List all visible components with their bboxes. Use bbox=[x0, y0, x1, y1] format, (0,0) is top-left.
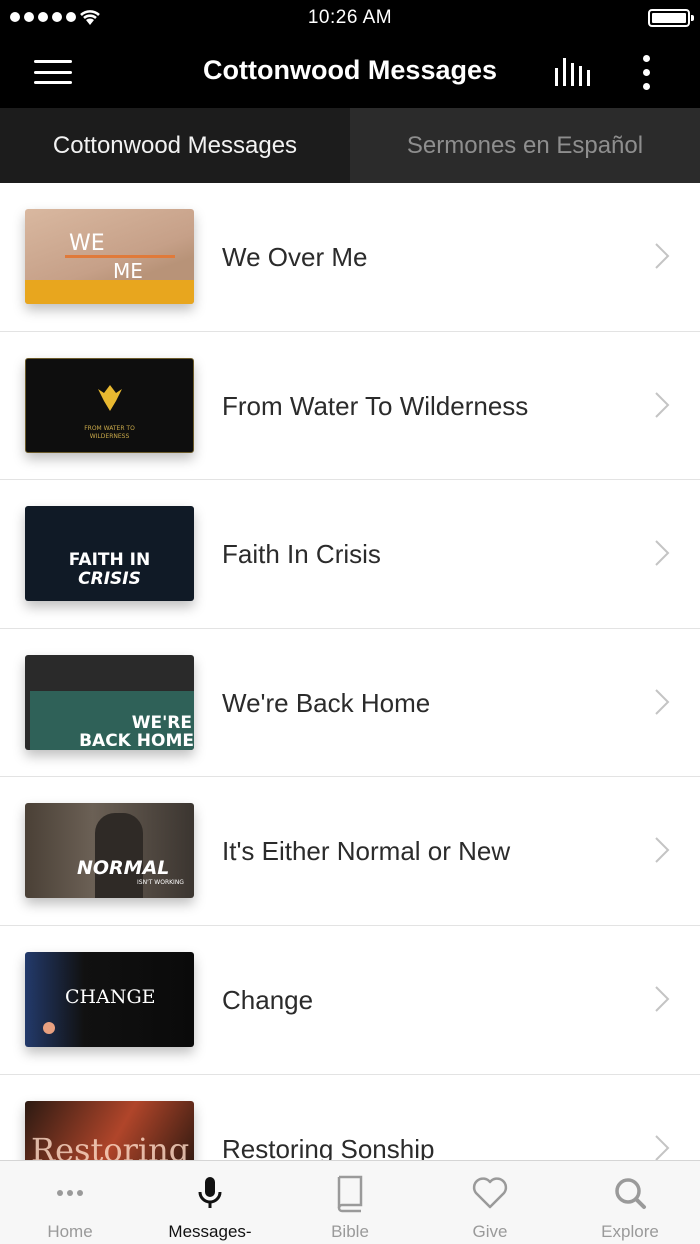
nav-messages[interactable]: Messages- bbox=[140, 1161, 280, 1244]
message-title: It's Either Normal or New bbox=[222, 836, 511, 867]
thumb-text: WE bbox=[69, 231, 105, 256]
thumb-text: ISN'T WORKING bbox=[137, 879, 184, 887]
nav-label: Bible bbox=[331, 1222, 369, 1241]
message-title: We're Back Home bbox=[222, 687, 431, 718]
thumb-text: CHANGE bbox=[65, 985, 156, 1008]
dove-icon bbox=[98, 384, 122, 411]
message-row-change[interactable]: CHANGE Change bbox=[0, 926, 700, 1075]
search-icon bbox=[615, 1178, 646, 1209]
message-title: We Over Me bbox=[222, 242, 368, 272]
thumb-text: NORMAL bbox=[77, 857, 170, 880]
chevron-right-icon bbox=[655, 986, 670, 1012]
bottom-tab-bar: Home Messages- Bible Give Explore bbox=[0, 1160, 700, 1244]
message-list: WE ME We Over Me FROM WATER TO WILDERNES… bbox=[0, 183, 700, 1160]
thumb-text: WILDERNESS bbox=[89, 432, 130, 440]
thumbnail-its-either-normal-or-new: NORMAL ISN'T WORKING bbox=[25, 803, 194, 899]
status-time: 10:26 AM bbox=[307, 7, 393, 28]
chevron-right-icon bbox=[655, 689, 670, 715]
thumb-text: WE'RE bbox=[131, 712, 192, 733]
chevron-right-icon bbox=[655, 540, 670, 566]
thumbnail-from-water-to-wilderness: FROM WATER TO WILDERNESS bbox=[25, 357, 194, 453]
nav-explore[interactable]: Explore bbox=[560, 1161, 700, 1244]
message-title: From Water To Wilderness bbox=[222, 390, 529, 421]
thumb-text: FROM WATER TO bbox=[84, 424, 135, 432]
nav-bible[interactable]: Bible bbox=[280, 1161, 420, 1244]
chevron-right-icon bbox=[655, 391, 670, 418]
thumbnail-restoring-sonship: Restoring bbox=[25, 1100, 194, 1160]
message-title: Restoring Sonship bbox=[222, 1133, 435, 1160]
thumb-text: FAITH IN bbox=[68, 550, 151, 571]
thumbnail-change: CHANGE bbox=[25, 951, 194, 1047]
nav-home[interactable]: Home bbox=[0, 1161, 140, 1244]
nav-label: Give bbox=[472, 1222, 508, 1241]
thumb-text: BACK HOME bbox=[79, 730, 194, 750]
tab-cottonwood-messages[interactable]: Cottonwood Messages bbox=[0, 108, 350, 183]
nav-label: Explore bbox=[601, 1222, 659, 1241]
audio-bars-icon[interactable] bbox=[550, 54, 596, 90]
thumb-text: ME bbox=[113, 259, 143, 283]
thumb-text: Restoring bbox=[31, 1130, 190, 1160]
tab-sermones-en-espanol[interactable]: Sermones en Español bbox=[350, 108, 700, 183]
status-bar: 10:26 AM bbox=[0, 0, 700, 36]
message-title: Change bbox=[222, 984, 314, 1015]
book-icon bbox=[337, 1175, 363, 1213]
thumbnail-we-over-me: WE ME bbox=[25, 209, 194, 304]
thumbnail-were-back-home: WE'RE BACK HOME bbox=[25, 654, 194, 750]
chevron-right-icon bbox=[655, 243, 670, 269]
heart-icon bbox=[472, 1177, 508, 1209]
more-options-icon[interactable] bbox=[626, 52, 666, 92]
message-row-restoring-sonship[interactable]: Restoring Restoring Sonship bbox=[0, 1075, 700, 1160]
battery-icon bbox=[648, 9, 694, 27]
nav-label: Home bbox=[47, 1222, 93, 1241]
chevron-right-icon bbox=[655, 1134, 670, 1160]
message-row-its-either-normal-or-new[interactable]: NORMAL ISN'T WORKING It's Either Normal … bbox=[0, 777, 700, 926]
nav-give[interactable]: Give bbox=[420, 1161, 560, 1244]
microphone-icon bbox=[198, 1177, 222, 1208]
segment-tabs: Cottonwood Messages Sermones en Español bbox=[0, 108, 700, 183]
nav-bar: Cottonwood Messages bbox=[0, 36, 700, 108]
nav-label: Messages- bbox=[168, 1222, 252, 1241]
message-title: Faith In Crisis bbox=[222, 539, 381, 570]
thumb-text: CRISIS bbox=[78, 569, 141, 590]
thumbnail-faith-in-crisis: FAITH IN CRISIS bbox=[25, 506, 194, 602]
message-row-from-water-to-wilderness[interactable]: FROM WATER TO WILDERNESS From Water To W… bbox=[0, 332, 700, 481]
menu-icon[interactable] bbox=[30, 54, 76, 90]
message-row-faith-in-crisis[interactable]: FAITH IN CRISIS Faith In Crisis bbox=[0, 480, 700, 629]
ellipsis-icon bbox=[57, 1190, 83, 1196]
message-row-were-back-home[interactable]: WE'RE BACK HOME We're Back Home bbox=[0, 629, 700, 778]
message-row-we-over-me[interactable]: WE ME We Over Me bbox=[0, 183, 700, 332]
chevron-right-icon bbox=[655, 837, 670, 864]
